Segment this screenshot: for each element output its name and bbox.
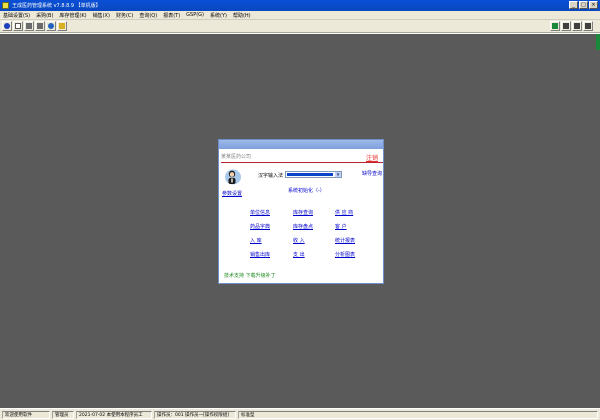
system-init-link[interactable]: 系统初始化（-） (288, 187, 325, 194)
status-date: 2021-07-02 本使用本程序员工 (76, 411, 152, 419)
link-analysis-chart[interactable]: 分析图表 (335, 251, 355, 258)
link-drug-dictionary[interactable]: 药品字典 (250, 223, 270, 230)
tools-button[interactable] (24, 21, 34, 31)
user-button[interactable] (550, 21, 560, 31)
stock-query-link[interactable]: 缺导查询 (362, 170, 382, 177)
new-document-button[interactable] (13, 21, 23, 31)
search-button[interactable] (46, 21, 56, 31)
menu-reports[interactable]: 报表(T) (163, 12, 180, 19)
minimize-button[interactable]: _ (569, 1, 578, 9)
person-icon (552, 23, 558, 29)
menu-finance[interactable]: 财务(C) (116, 12, 133, 19)
menu-system[interactable]: 系统(Y) (210, 12, 227, 19)
main-menu-dialog: 某某医药公司 注销 参数设置 汉字输入法 ▼ 缺导查询 系统初始化（-） 单位信… (218, 139, 384, 284)
chart-button[interactable] (35, 21, 45, 31)
search-icon (48, 23, 54, 29)
status-operator: 操作员：001 操作员一[操作权限组] (154, 411, 236, 419)
link-sales-out[interactable]: 销售出库 (250, 251, 270, 258)
ime-label: 汉字输入法 (258, 173, 284, 179)
menu-help[interactable]: 帮助(H) (233, 12, 251, 19)
menu-sales[interactable]: 销售(X) (93, 12, 110, 19)
settings-icon (585, 23, 591, 29)
support-download-link[interactable]: 技术支持 下载升级补丁 (224, 272, 276, 279)
link-expense[interactable]: 支 出 (293, 251, 305, 258)
link-income[interactable]: 收 入 (293, 237, 305, 244)
maximize-button[interactable]: □ (579, 1, 588, 9)
link-stocktake[interactable]: 库存盘点 (293, 223, 313, 230)
link-supplier[interactable]: 供 应 商 (335, 209, 353, 216)
notes-icon (563, 23, 569, 29)
chevron-down-icon[interactable]: ▼ (335, 172, 341, 177)
menu-inventory[interactable]: 库存管理(K) (59, 12, 86, 19)
exit-icon[interactable] (596, 34, 600, 50)
logout-link[interactable]: 注销 (366, 153, 378, 162)
document-icon (15, 23, 21, 29)
parameter-settings-link[interactable]: 参数设置 (222, 190, 242, 197)
menu-gsp[interactable]: GSP(G) (186, 12, 204, 18)
title-bar: 王成医药管理系统 v7.8.8.9 【单机版】 _ □ × (0, 0, 600, 11)
menu-purchase[interactable]: 采购(B) (36, 12, 53, 19)
book-button[interactable] (57, 21, 67, 31)
chart-icon (37, 23, 43, 29)
back-button[interactable] (2, 21, 12, 31)
book-icon (59, 23, 65, 29)
link-statistics-report[interactable]: 统计报表 (335, 237, 355, 244)
window-title: 王成医药管理系统 v7.8.8.9 【单机版】 (12, 3, 101, 9)
link-unit-info[interactable]: 单位信息 (250, 209, 270, 216)
user-avatar-icon[interactable] (224, 168, 242, 185)
ime-select[interactable]: ▼ (285, 171, 342, 178)
notes-button[interactable] (561, 21, 571, 31)
calculator-button[interactable] (572, 21, 582, 31)
calculator-icon (574, 23, 580, 29)
tools-icon (26, 23, 32, 29)
settings-button[interactable] (583, 21, 593, 31)
status-welcome: 欢迎使用软件 (2, 411, 50, 419)
status-role: 管理员 (52, 411, 74, 419)
status-bar: 欢迎使用软件 管理员 2021-07-02 本使用本程序员工 操作员：001 操… (0, 408, 600, 420)
menu-query[interactable]: 查询(Q) (139, 12, 157, 19)
dialog-header (219, 140, 383, 149)
menu-basic-settings[interactable]: 基础设置(S) (3, 12, 30, 19)
back-icon (4, 23, 10, 29)
link-customer[interactable]: 客 户 (335, 223, 347, 230)
menu-bar: 基础设置(S) 采购(B) 库存管理(K) 销售(X) 财务(C) 查询(Q) … (0, 11, 600, 20)
app-icon (2, 2, 9, 9)
close-button[interactable]: × (589, 1, 598, 9)
toolbar (0, 20, 600, 33)
ime-selected-value (287, 173, 333, 176)
link-inventory-query[interactable]: 库存查询 (293, 209, 313, 216)
company-name: 某某医药公司 (221, 154, 252, 160)
link-stock-in[interactable]: 入 库 (250, 237, 262, 244)
status-edition: 标准型 (238, 411, 598, 419)
header-divider (221, 162, 383, 163)
